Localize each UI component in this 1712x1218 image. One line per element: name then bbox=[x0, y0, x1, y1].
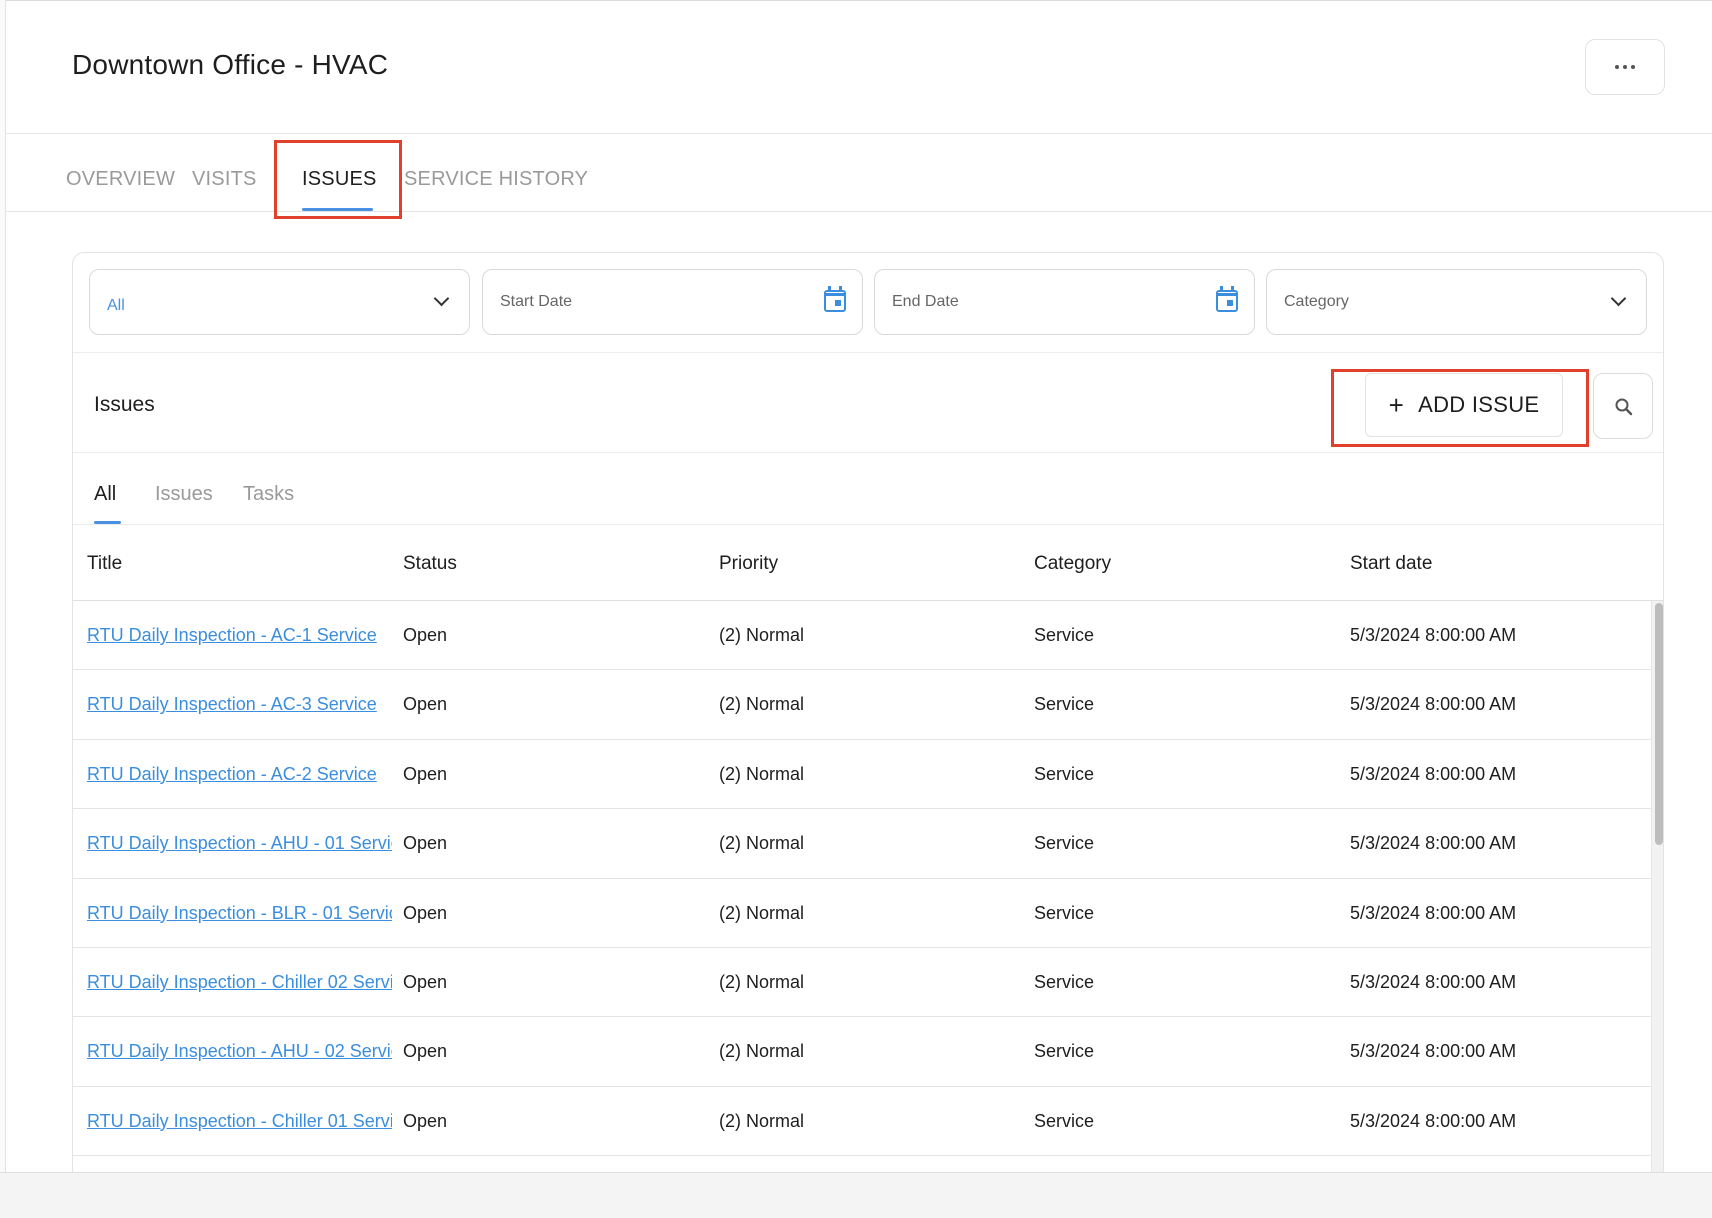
status-cell: Open bbox=[403, 1110, 448, 1131]
category-filter-select[interactable]: Category bbox=[1266, 269, 1647, 335]
search-icon bbox=[1615, 398, 1633, 416]
status-cell: Open bbox=[403, 625, 448, 645]
active-subtab-indicator bbox=[94, 521, 121, 524]
start-date-cell: 5/3/2024 8:00:00 AM bbox=[1350, 763, 1517, 784]
filter-bar: All Start Date End Date Category bbox=[73, 253, 1663, 353]
start-date-cell: 5/3/2024 8:00:00 AM bbox=[1350, 1041, 1517, 1062]
issue-title-link[interactable]: RTU Daily Inspection - AC-3 Service bbox=[87, 694, 392, 715]
page-header: Downtown Office - HVAC bbox=[6, 0, 1712, 134]
priority-cell: (2) Normal bbox=[719, 902, 805, 923]
table-row[interactable]: RTU Daily Inspection - Chiller 02 Servic… bbox=[73, 948, 1651, 1018]
chevron-down-icon bbox=[1610, 290, 1627, 307]
issue-title-link[interactable]: RTU Daily Inspection - Chiller 02 Servic… bbox=[87, 972, 392, 993]
category-cell: Service bbox=[1034, 902, 1095, 923]
table-row[interactable]: RTU Daily Inspection - AC-3 Service Open… bbox=[73, 670, 1651, 740]
tab-overview[interactable]: OVERVIEW bbox=[66, 168, 175, 191]
category-placeholder: Category bbox=[1284, 293, 1349, 310]
issue-title-link[interactable]: RTU Daily Inspection - BLR - 01 Service bbox=[87, 903, 392, 924]
start-date-cell: 5/3/2024 8:00:00 AM bbox=[1350, 971, 1517, 992]
issue-title-link[interactable]: RTU Daily Inspection - AC-1 Service bbox=[87, 625, 392, 646]
table-row[interactable]: RTU Daily Inspection - BLR - 01 Service … bbox=[73, 879, 1651, 948]
status-cell: Open bbox=[403, 1041, 448, 1062]
highlight-box-add-issue bbox=[1331, 369, 1589, 447]
issue-title-link[interactable]: RTU Daily Inspection - AHU - 02 Service bbox=[87, 1041, 392, 1062]
subtab-all[interactable]: All bbox=[94, 483, 116, 506]
section-title: Issues bbox=[94, 393, 155, 416]
end-date-placeholder: End Date bbox=[892, 293, 959, 310]
category-cell: Service bbox=[1034, 1041, 1095, 1062]
bottom-bar bbox=[0, 1172, 1712, 1218]
column-header-priority[interactable]: Priority bbox=[719, 553, 778, 575]
issue-title-link[interactable]: RTU Daily Inspection - AHU - 01 Service bbox=[87, 833, 392, 854]
subtab-tasks[interactable]: Tasks bbox=[243, 483, 294, 506]
calendar-icon[interactable] bbox=[824, 286, 846, 312]
priority-cell: (2) Normal bbox=[719, 694, 805, 715]
status-cell: Open bbox=[403, 971, 448, 992]
table-row[interactable]: RTU Daily Inspection - AC-2 Service Open… bbox=[73, 740, 1651, 810]
column-header-title[interactable]: Title bbox=[87, 553, 122, 575]
start-date-cell: 5/3/2024 8:00:00 AM bbox=[1350, 694, 1517, 715]
priority-cell: (2) Normal bbox=[719, 763, 805, 784]
subtab-issues[interactable]: Issues bbox=[155, 483, 213, 506]
calendar-icon[interactable] bbox=[1216, 286, 1238, 312]
main-tabs: OVERVIEW VISITS ISSUES SERVICE HISTORY bbox=[6, 134, 1712, 212]
table-body: RTU Daily Inspection - AC-1 Service Open… bbox=[73, 601, 1651, 1157]
scrollbar-thumb[interactable] bbox=[1655, 603, 1663, 845]
category-cell: Service bbox=[1034, 833, 1095, 854]
column-header-category[interactable]: Category bbox=[1034, 553, 1111, 575]
table-row[interactable]: RTU Daily Inspection - AHU - 01 Service … bbox=[73, 809, 1651, 879]
issue-type-tabs: All Issues Tasks bbox=[73, 453, 1663, 525]
start-date-field[interactable]: Start Date bbox=[482, 269, 863, 335]
start-date-cell: 5/3/2024 8:00:00 AM bbox=[1350, 833, 1517, 854]
category-cell: Service bbox=[1034, 694, 1095, 715]
page-title: Downtown Office - HVAC bbox=[72, 49, 389, 80]
table-row[interactable]: RTU Daily Inspection - Chiller 01 Servic… bbox=[73, 1087, 1651, 1157]
table-row[interactable]: RTU Daily Inspection - AC-1 Service Open… bbox=[73, 601, 1651, 671]
priority-cell: (2) Normal bbox=[719, 1110, 805, 1131]
priority-cell: (2) Normal bbox=[719, 971, 805, 992]
type-filter-value: All bbox=[107, 297, 125, 314]
table-header: Title Status Priority Category Start dat… bbox=[73, 525, 1663, 601]
priority-cell: (2) Normal bbox=[719, 625, 805, 645]
more-options-button[interactable] bbox=[1585, 39, 1665, 95]
highlight-box-issues-tab bbox=[274, 140, 402, 219]
category-cell: Service bbox=[1034, 971, 1095, 992]
priority-cell: (2) Normal bbox=[719, 833, 805, 854]
table-row[interactable]: RTU Daily Inspection - AHU - 02 Service … bbox=[73, 1017, 1651, 1087]
status-cell: Open bbox=[403, 694, 448, 715]
status-cell: Open bbox=[403, 833, 448, 854]
tab-service-history[interactable]: SERVICE HISTORY bbox=[404, 168, 588, 191]
table-scrollbar[interactable] bbox=[1651, 601, 1663, 1218]
tab-visits[interactable]: VISITS bbox=[192, 168, 257, 191]
start-date-placeholder: Start Date bbox=[500, 293, 573, 310]
issue-title-link[interactable]: RTU Daily Inspection - Chiller 01 Servic… bbox=[87, 1111, 392, 1132]
start-date-cell: 5/3/2024 8:00:00 AM bbox=[1350, 625, 1517, 645]
category-cell: Service bbox=[1034, 625, 1095, 645]
priority-cell: (2) Normal bbox=[719, 1041, 805, 1062]
chevron-down-icon bbox=[433, 290, 450, 307]
status-cell: Open bbox=[403, 763, 448, 784]
column-header-start-date[interactable]: Start date bbox=[1350, 553, 1432, 575]
end-date-field[interactable]: End Date bbox=[874, 269, 1255, 335]
type-filter-select[interactable]: All bbox=[89, 269, 470, 335]
start-date-cell: 5/3/2024 8:00:00 AM bbox=[1350, 902, 1517, 923]
issue-title-link[interactable]: RTU Daily Inspection - AC-2 Service bbox=[87, 764, 392, 785]
category-cell: Service bbox=[1034, 763, 1095, 784]
ellipsis-icon bbox=[1615, 65, 1635, 69]
start-date-cell: 5/3/2024 8:00:00 AM bbox=[1350, 1110, 1517, 1131]
category-cell: Service bbox=[1034, 1110, 1095, 1131]
column-header-status[interactable]: Status bbox=[403, 553, 457, 575]
search-button[interactable] bbox=[1593, 373, 1653, 439]
status-cell: Open bbox=[403, 902, 448, 923]
